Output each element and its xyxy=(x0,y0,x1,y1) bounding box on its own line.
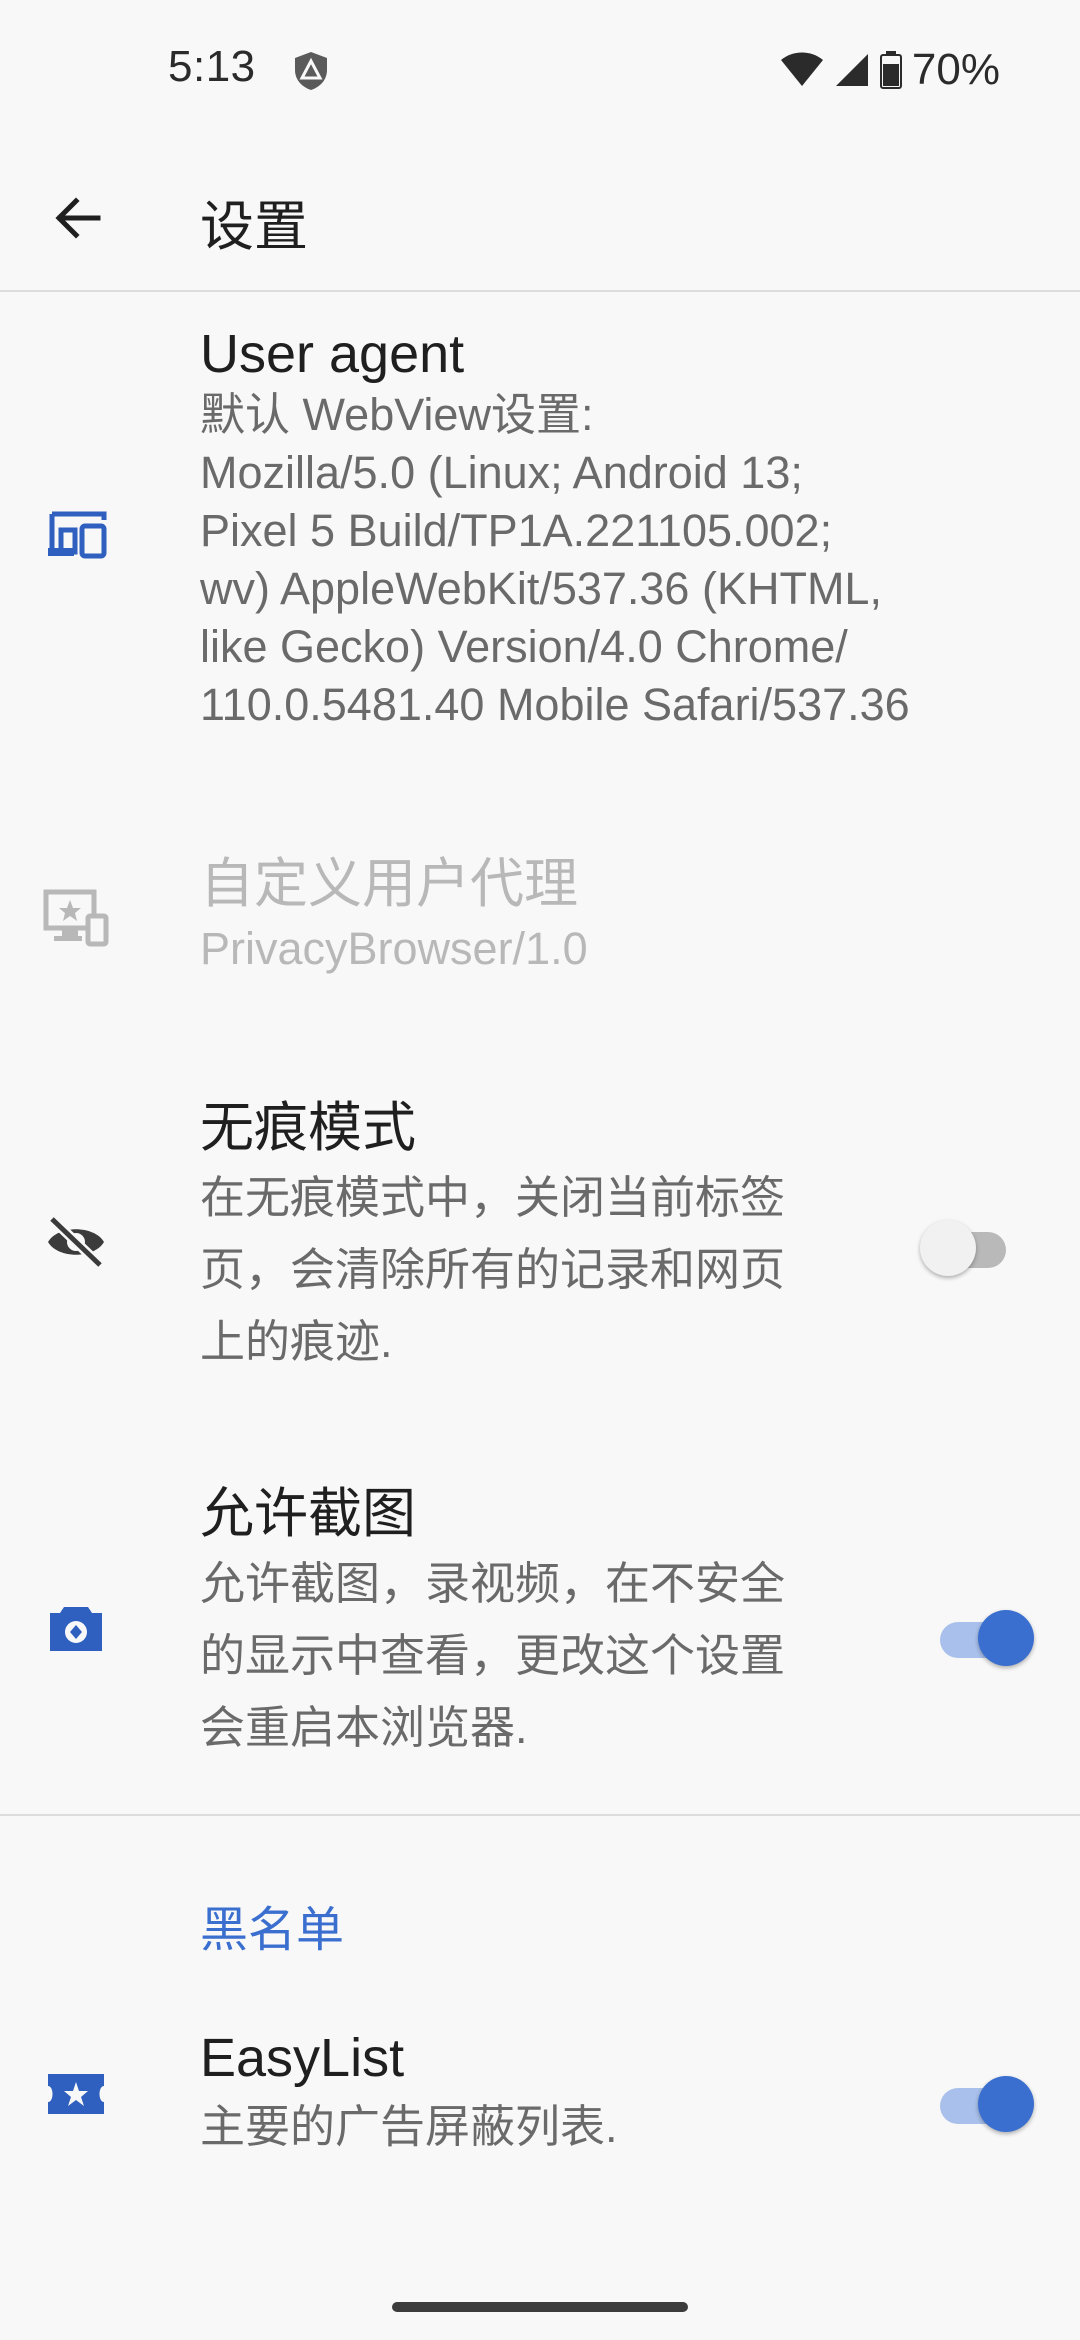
devices-icon xyxy=(40,500,112,572)
eye-off-icon xyxy=(40,1206,112,1278)
screenshots-switch[interactable] xyxy=(940,1610,1034,1666)
switch-thumb xyxy=(978,1610,1034,1666)
summary-line: 默认 WebView设置: xyxy=(200,389,594,440)
pref-custom-user-agent-text: 自定义用户代理 PrivacyBrowser/1.0 xyxy=(200,852,588,978)
star-ticket-icon xyxy=(40,2058,112,2130)
summary-line: 110.0.5481.40 Mobile Safari/537.36 xyxy=(200,679,910,730)
arrow-back-icon xyxy=(55,197,101,239)
pref-summary: 主要的广告屏蔽列表. xyxy=(200,2101,618,2152)
pref-title: EasyList xyxy=(200,2028,405,2088)
page-title: 设置 xyxy=(200,197,308,257)
custom-display-icon xyxy=(40,882,112,954)
summary-line: 允许截图，录视频，在不安全 xyxy=(200,1558,786,1609)
category-header-blocklists: 黑名单 xyxy=(200,1904,345,1957)
section-divider xyxy=(0,1814,1080,1816)
pref-easylist[interactable]: EasyList 主要的广告屏蔽列表. xyxy=(0,2014,1080,2194)
home-indicator[interactable] xyxy=(392,2302,688,2312)
summary-line: wv) AppleWebKit/537.36 (KHTML, xyxy=(200,563,882,614)
summary-line: 上的痕迹. xyxy=(200,1316,393,1367)
pref-summary: 默认 WebView设置: Mozilla/5.0 (Linux; Androi… xyxy=(200,386,910,734)
switch-thumb xyxy=(920,1220,976,1276)
status-bar: 5:13 70% xyxy=(0,0,1080,140)
pref-easylist-text: EasyList 主要的广告屏蔽列表. xyxy=(200,2026,618,2156)
pref-summary: 在无痕模式中，关闭当前标签 页，会清除所有的记录和网页 上的痕迹. xyxy=(200,1162,860,1378)
summary-line: 会重启本浏览器. xyxy=(200,1702,528,1753)
pref-summary: 允许截图，录视频，在不安全 的显示中查看，更改这个设置 会重启本浏览器. xyxy=(200,1548,860,1764)
pref-allow-screenshots[interactable]: 允许截图 允许截图，录视频，在不安全 的显示中查看，更改这个设置 会重启本浏览器… xyxy=(0,1468,1080,1788)
pref-summary: PrivacyBrowser/1.0 xyxy=(200,923,588,974)
summary-line: 在无痕模式中，关闭当前标签 xyxy=(200,1172,786,1223)
pref-screenshots-text: 允许截图 允许截图，录视频，在不安全 的显示中查看，更改这个设置 会重启本浏览器… xyxy=(200,1482,860,1764)
vpn-shield-icon xyxy=(295,52,327,90)
pref-user-agent-text: User agent 默认 WebView设置: Mozilla/5.0 (Li… xyxy=(200,322,910,734)
summary-line: Pixel 5 Build/TP1A.221105.002; xyxy=(200,505,833,556)
wifi-icon xyxy=(780,52,823,86)
pref-custom-user-agent: 自定义用户代理 PrivacyBrowser/1.0 xyxy=(0,830,1080,1010)
camera-icon xyxy=(40,1592,112,1664)
back-button[interactable] xyxy=(30,170,126,266)
pref-title: User agent xyxy=(200,324,465,384)
pref-title: 允许截图 xyxy=(200,1484,416,1544)
summary-line: 的显示中查看，更改这个设置 xyxy=(200,1630,786,1681)
summary-line: Mozilla/5.0 (Linux; Android 13; xyxy=(200,447,803,498)
status-right: 70% xyxy=(780,40,1000,100)
signal-icon xyxy=(835,54,868,86)
easylist-switch[interactable] xyxy=(940,2076,1034,2132)
battery-icon xyxy=(879,51,902,89)
pref-title: 无痕模式 xyxy=(200,1098,416,1158)
app-toolbar: 设置 xyxy=(0,140,1080,292)
pref-user-agent[interactable]: User agent 默认 WebView设置: Mozilla/5.0 (Li… xyxy=(0,300,1080,770)
pref-incognito-mode[interactable]: 无痕模式 在无痕模式中，关闭当前标签 页，会清除所有的记录和网页 上的痕迹. xyxy=(0,1080,1080,1400)
battery-percentage: 70% xyxy=(911,45,1000,94)
summary-line: 页，会清除所有的记录和网页 xyxy=(200,1244,786,1295)
pref-title: 自定义用户代理 xyxy=(200,854,578,914)
summary-line: like Gecko) Version/4.0 Chrome/ xyxy=(200,621,848,672)
status-time: 5:13 xyxy=(168,42,256,91)
pref-incognito-text: 无痕模式 在无痕模式中，关闭当前标签 页，会清除所有的记录和网页 上的痕迹. xyxy=(200,1096,860,1378)
incognito-switch[interactable] xyxy=(920,1220,1008,1276)
switch-thumb xyxy=(978,2076,1034,2132)
